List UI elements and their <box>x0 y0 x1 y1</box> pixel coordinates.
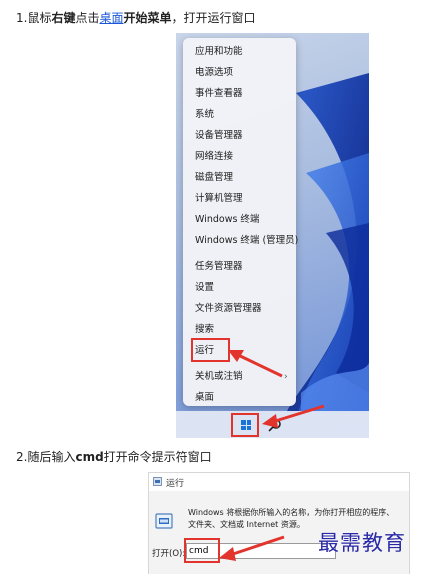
open-field-label: 打开(O): <box>152 549 186 559</box>
arrow-to-run-icon <box>228 350 283 378</box>
run-dialog-description-line2: 文件夹、文档或 Internet 资源。 <box>188 520 305 529</box>
run-app-small-icon <box>153 477 162 486</box>
menu-item-event-viewer[interactable]: 事件查看器 <box>195 88 243 100</box>
menu-item-computer-management[interactable]: 计算机管理 <box>195 193 243 205</box>
menu-item-network[interactable]: 网络连接 <box>195 151 233 163</box>
menu-item-windows-terminal[interactable]: Windows 终端 <box>195 214 259 226</box>
step-1-mid: 点击 <box>75 11 100 25</box>
menu-item-device-manager[interactable]: 设备管理器 <box>195 130 243 142</box>
menu-item-desktop[interactable]: 桌面 <box>195 392 214 404</box>
menu-item-apps-features[interactable]: 应用和功能 <box>195 46 243 58</box>
step-2-suffix: 打开命令提示符窗口 <box>103 450 212 464</box>
run-dialog-titlebar: 运行 <box>149 473 409 491</box>
arrow-to-start-icon <box>262 404 325 428</box>
menu-item-disk-management[interactable]: 磁盘管理 <box>195 172 233 184</box>
menu-item-windows-terminal-admin[interactable]: Windows 终端 (管理员) <box>195 235 298 247</box>
step-2-prefix: 2.随后输入 <box>16 450 76 464</box>
run-app-icon <box>155 513 173 529</box>
run-dialog-description-line1: Windows 将根据你所输入的名称，为你打开相应的程序、 <box>188 508 395 517</box>
step-1-bold-right-click: 右键 <box>51 11 76 25</box>
arrow-to-cmd-input <box>219 535 285 561</box>
step-2-bold-cmd: cmd <box>75 450 104 464</box>
menu-item-task-manager[interactable]: 任务管理器 <box>195 261 243 273</box>
windows-logo-icon <box>241 420 251 430</box>
run-dialog-title: 运行 <box>166 479 185 489</box>
menu-item-system[interactable]: 系统 <box>195 109 214 121</box>
desktop-link[interactable]: 桌面 <box>99 11 123 25</box>
cmd-highlight-box <box>184 538 220 563</box>
step-1-suffix: ，打开运行窗口 <box>171 11 256 25</box>
step-2-instruction: 2.随后输入cmd打开命令提示符窗口 <box>16 449 212 465</box>
step-1-bold-start-menu: 开始菜单 <box>123 11 172 25</box>
step-1-instruction: 1.鼠标右键点击桌面开始菜单，打开运行窗口 <box>16 10 256 26</box>
run-highlight-box <box>191 338 230 362</box>
menu-item-settings[interactable]: 设置 <box>195 282 214 294</box>
start-button[interactable] <box>231 413 259 437</box>
menu-item-file-explorer[interactable]: 文件资源管理器 <box>195 303 262 315</box>
watermark-logo-text: 最需教育 <box>318 531 406 555</box>
menu-item-power-options[interactable]: 电源选项 <box>195 67 233 79</box>
step-1-prefix: 1.鼠标 <box>16 11 52 25</box>
menu-item-search[interactable]: 搜索 <box>195 324 214 336</box>
